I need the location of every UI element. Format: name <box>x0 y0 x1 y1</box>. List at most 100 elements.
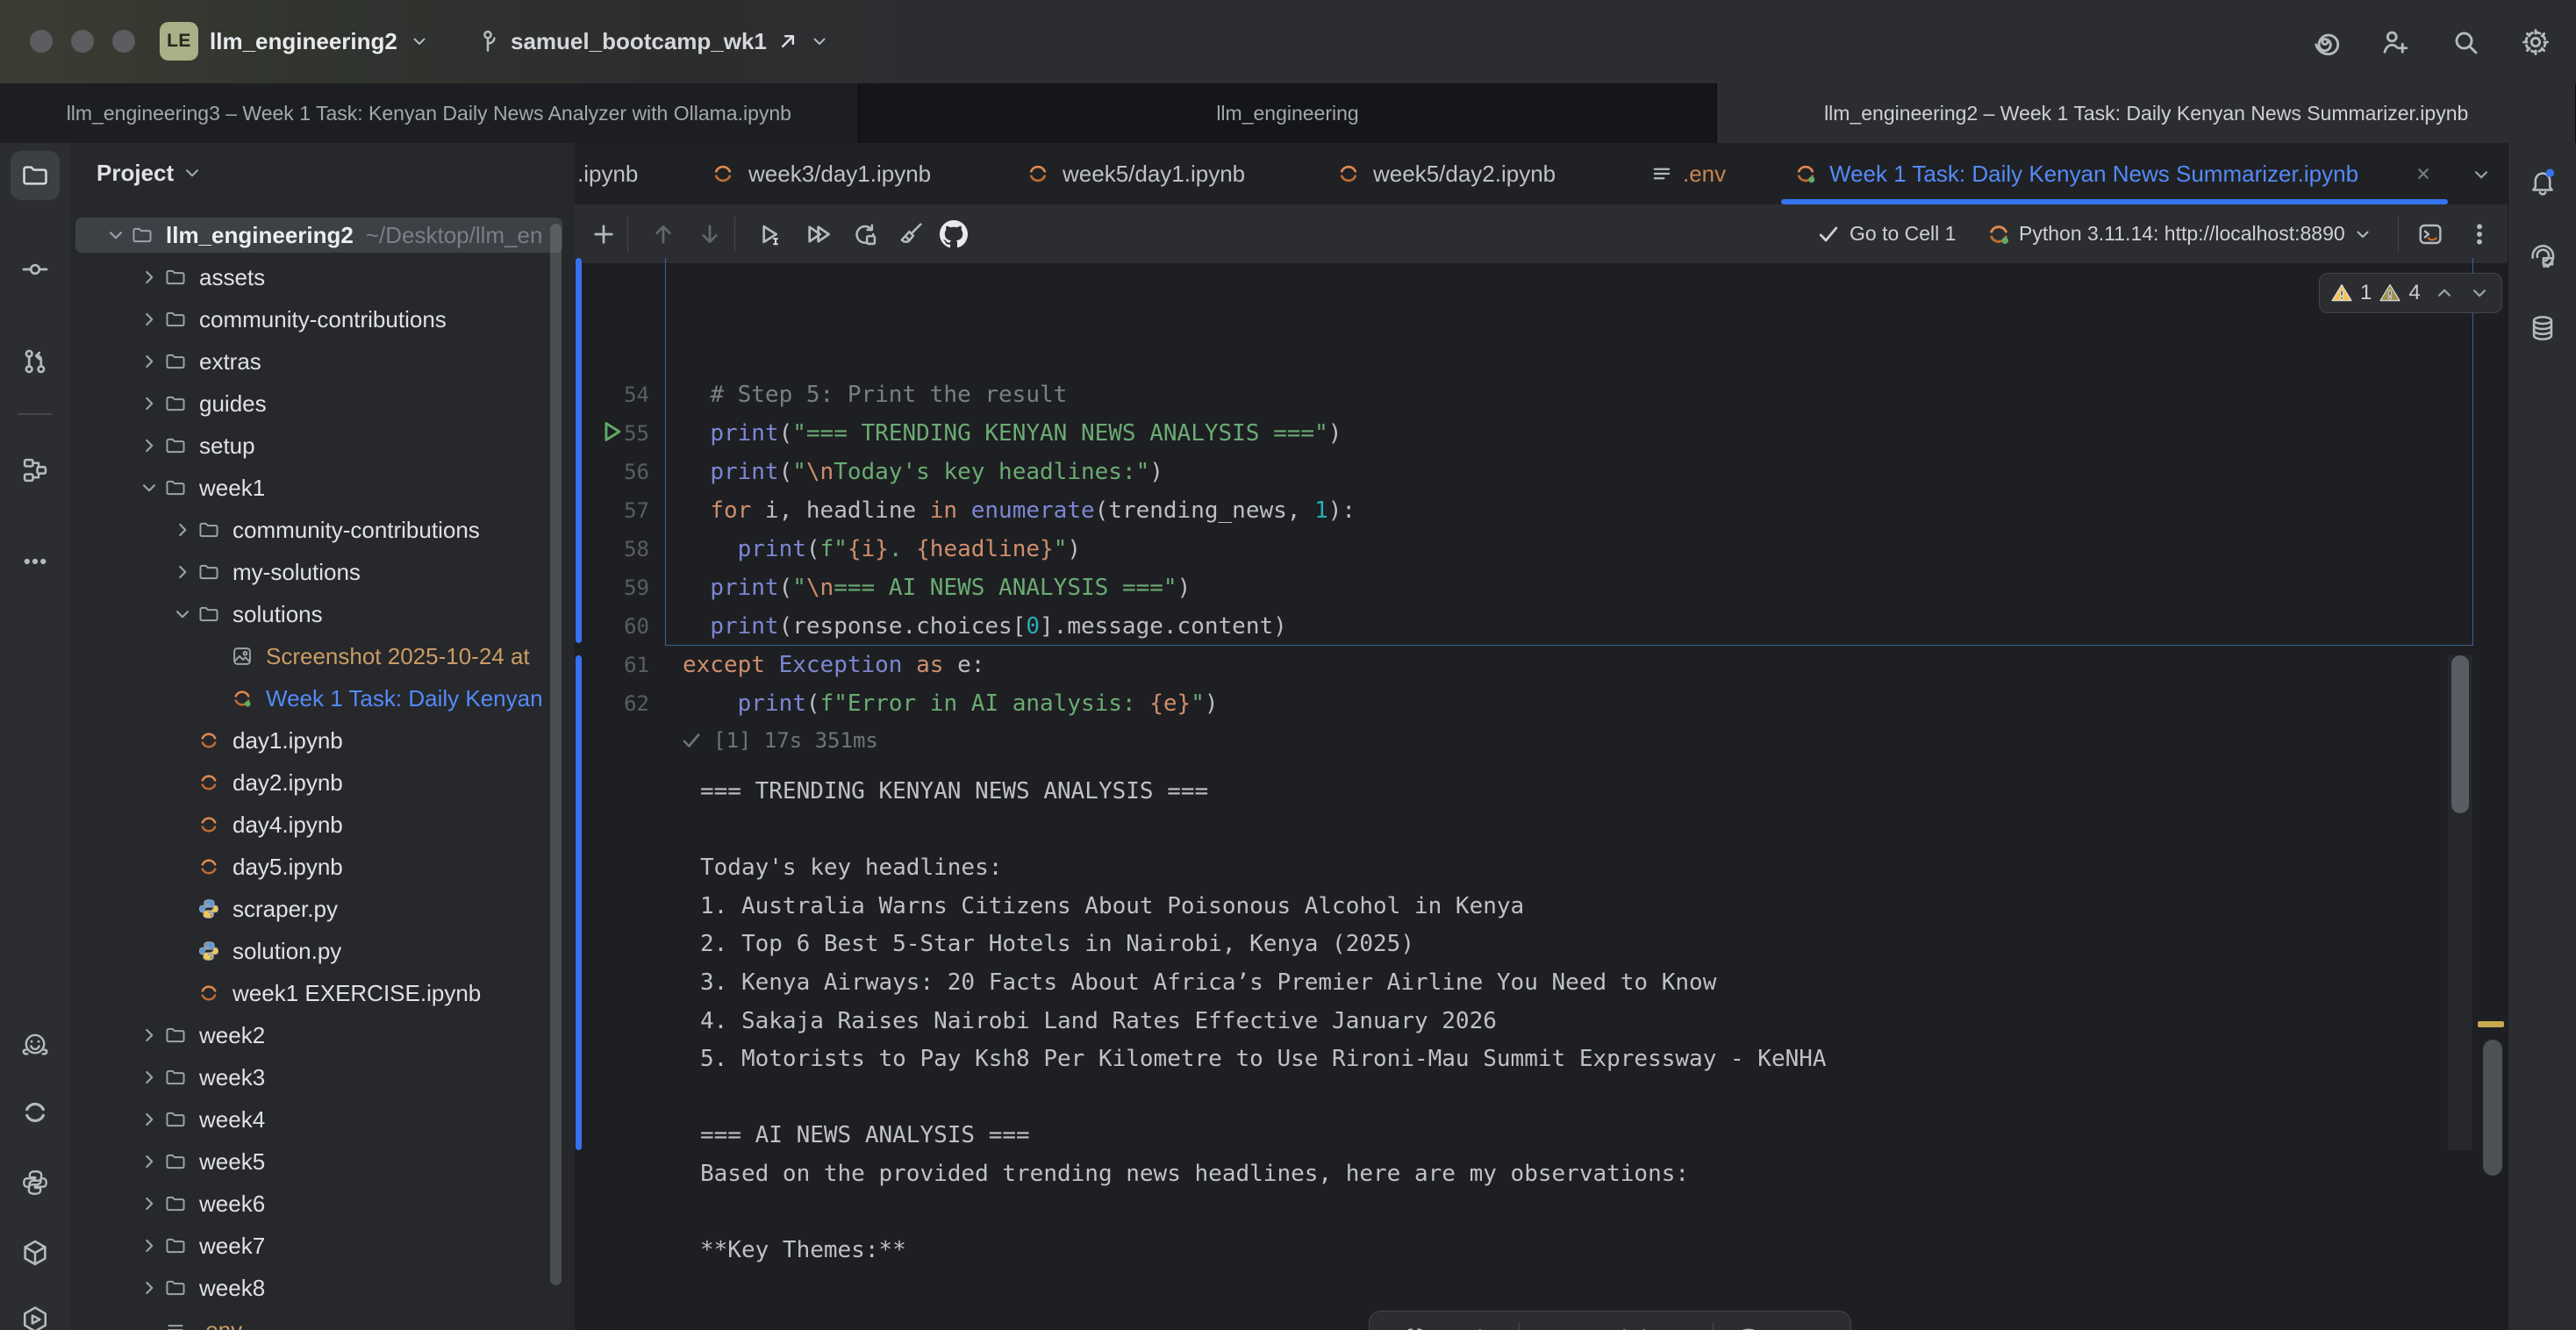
window-zoom-button[interactable] <box>112 30 135 53</box>
chevron-right-icon[interactable] <box>138 1066 161 1089</box>
tree-item[interactable]: week6 <box>70 1183 575 1225</box>
tree-item[interactable]: llm_engineering2~/Desktop/llm_en <box>70 214 575 256</box>
window-tab[interactable]: llm_engineering3 – Week 1 Task: Kenyan D… <box>0 83 859 143</box>
tree-item[interactable]: guides <box>70 383 575 425</box>
services-icon[interactable] <box>11 1295 60 1330</box>
tree-item[interactable]: extras <box>70 340 575 383</box>
python-console-icon[interactable] <box>11 1158 60 1207</box>
close-icon[interactable] <box>2412 162 2435 185</box>
tree-item-label: day1.ipynb <box>233 719 343 762</box>
tree-item[interactable]: week4 <box>70 1098 575 1141</box>
add-code-cell-button[interactable]: {}Code <box>1378 1319 1519 1330</box>
chevron-right-icon[interactable] <box>138 1108 161 1131</box>
tree-item[interactable]: week1 <box>70 467 575 509</box>
ai-chat-icon[interactable] <box>2518 232 2567 281</box>
jupyter-icon[interactable] <box>11 1088 60 1137</box>
tree-item[interactable]: my-solutions <box>70 551 575 593</box>
tree-item[interactable]: day4.ipynb <box>70 804 575 846</box>
tree-item[interactable]: Screenshot 2025-10-24 at <box>70 635 575 677</box>
run-cell-button[interactable] <box>754 218 787 251</box>
search-icon[interactable] <box>2450 26 2481 58</box>
tree-item-label: my-solutions <box>233 551 361 593</box>
prev-problem-icon[interactable] <box>2433 282 2456 304</box>
chevron-right-icon[interactable] <box>171 561 194 583</box>
output-scrollbar[interactable] <box>2451 655 2469 813</box>
project-panel-header[interactable]: Project <box>97 154 204 192</box>
window-tab[interactable]: llm_engineering <box>859 83 1718 143</box>
notifications-icon[interactable] <box>2518 157 2567 206</box>
tree-item[interactable]: week5 <box>70 1141 575 1183</box>
clear-outputs-button[interactable] <box>894 218 927 251</box>
restart-kernel-button[interactable] <box>848 218 882 251</box>
hidden-tabs-chevron-icon[interactable] <box>2470 163 2493 186</box>
chevron-down-icon[interactable] <box>138 476 161 499</box>
tree-item[interactable]: assets <box>70 256 575 298</box>
tree-item[interactable]: solution.py <box>70 930 575 972</box>
branch-widget[interactable]: samuel_bootcamp_wk1 <box>474 21 830 61</box>
chevron-right-icon[interactable] <box>171 518 194 541</box>
editor-scrollbar[interactable] <box>2483 1040 2502 1176</box>
chevron-right-icon[interactable] <box>138 308 161 331</box>
left-tool-stripe <box>0 143 71 1330</box>
commit-icon[interactable] <box>11 245 60 294</box>
project-scrollbar[interactable] <box>550 224 562 1285</box>
tree-item[interactable]: week3 <box>70 1056 575 1098</box>
chevron-right-icon[interactable] <box>138 1276 161 1299</box>
structure-icon[interactable] <box>11 446 60 495</box>
tree-item[interactable]: community-contributions <box>70 298 575 340</box>
tree-item[interactable]: community-contributions <box>70 509 575 551</box>
code-with-me-icon[interactable] <box>2379 26 2411 58</box>
hugging-face-icon[interactable] <box>11 1021 60 1070</box>
more-icon[interactable] <box>11 537 60 586</box>
chevron-right-icon[interactable] <box>138 434 161 457</box>
add-markdown-cell-button[interactable]: M↓Markdown <box>1520 1319 1714 1330</box>
tree-item[interactable]: setup <box>70 425 575 467</box>
chevron-right-icon[interactable] <box>138 1024 161 1047</box>
tree-item[interactable]: solutions <box>70 593 575 635</box>
chevron-right-icon[interactable] <box>138 1234 161 1257</box>
go-to-cell-button[interactable]: Go to Cell 1 <box>1816 204 1956 263</box>
ai-assistant-icon[interactable] <box>2309 26 2341 58</box>
project-widget[interactable]: LE llm_engineering2 <box>160 21 430 61</box>
tree-item[interactable]: scraper.py <box>70 888 575 930</box>
window-tab[interactable]: llm_engineering2 – Week 1 Task: Daily Ke… <box>1717 83 2576 143</box>
add-sql-cell-button[interactable]: SQL <box>1714 1319 1842 1330</box>
kernel-selector[interactable]: Python 3.11.14: http://localhost:8890 <box>1986 204 2373 263</box>
tree-item[interactable]: .env <box>70 1309 575 1330</box>
tree-item[interactable]: week2 <box>70 1014 575 1056</box>
chevron-right-icon[interactable] <box>138 266 161 289</box>
inspections-widget[interactable]: 1 4 <box>2319 273 2502 313</box>
pull-requests-icon[interactable] <box>11 337 60 386</box>
chevron-down-icon[interactable] <box>171 603 194 626</box>
run-line-icon[interactable] <box>597 417 627 447</box>
jupyter-console-button[interactable] <box>2414 218 2447 251</box>
jupyter-icon <box>197 729 220 752</box>
more-options-button[interactable] <box>2463 218 2496 251</box>
project-icon[interactable] <box>11 151 60 200</box>
chevron-right-icon[interactable] <box>138 350 161 373</box>
chevron-right-icon[interactable] <box>138 1150 161 1173</box>
tree-item[interactable]: week1 EXERCISE.ipynb <box>70 972 575 1014</box>
chevron-right-icon[interactable] <box>138 392 161 415</box>
github-button[interactable] <box>937 218 970 251</box>
database-icon[interactable] <box>2518 304 2567 353</box>
add-cell-button[interactable] <box>587 218 620 251</box>
next-problem-icon[interactable] <box>2468 282 2491 304</box>
tree-item[interactable]: day1.ipynb <box>70 719 575 762</box>
window-close-button[interactable] <box>30 30 53 53</box>
python-packages-icon[interactable] <box>11 1228 60 1277</box>
window-minimize-button[interactable] <box>71 30 94 53</box>
tree-item[interactable]: week8 <box>70 1267 575 1309</box>
tree-item[interactable]: day2.ipynb <box>70 762 575 804</box>
settings-icon[interactable] <box>2520 26 2551 58</box>
tree-item[interactable]: week7 <box>70 1225 575 1267</box>
move-cell-up-button[interactable] <box>647 218 680 251</box>
chevron-down-icon[interactable] <box>104 224 127 247</box>
tree-item-label: community-contributions <box>233 509 480 551</box>
code-line: 58 print(f"{i}. {headline}") <box>575 530 2461 568</box>
tree-item[interactable]: day5.ipynb <box>70 846 575 888</box>
run-all-cells-button[interactable] <box>801 218 834 251</box>
chevron-right-icon[interactable] <box>138 1192 161 1215</box>
move-cell-down-button[interactable] <box>693 218 726 251</box>
tree-item[interactable]: Week 1 Task: Daily Kenyan <box>70 677 575 719</box>
